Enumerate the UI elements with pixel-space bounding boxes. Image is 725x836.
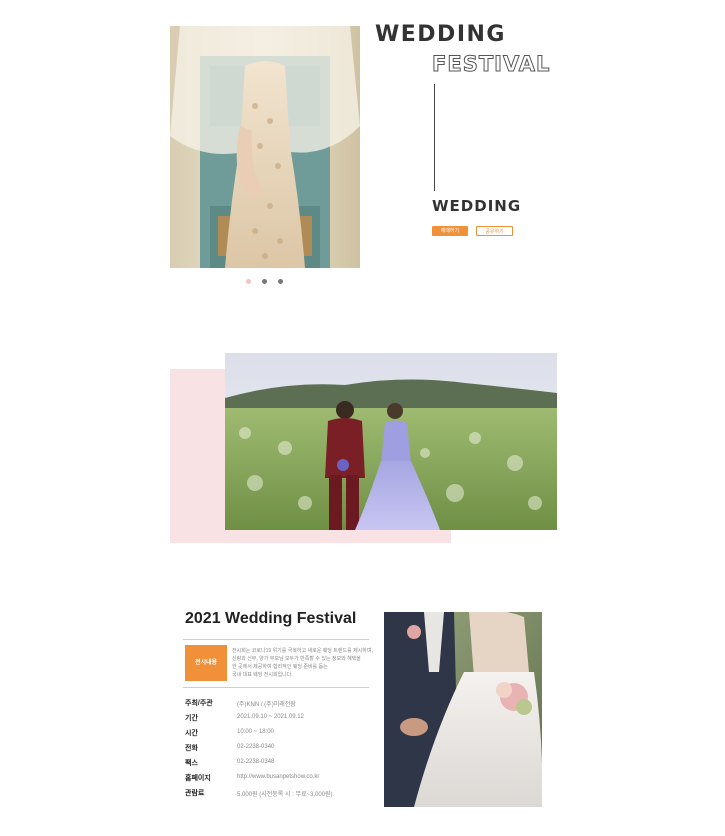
detail-value: 02-2238-0340 (237, 744, 275, 750)
slider-dot-1-active[interactable] (246, 279, 251, 284)
homepage-link[interactable]: http://www.busanpetshow.co.kr (237, 774, 319, 780)
exhibition-badge: 전시내용 (185, 645, 227, 681)
description-line: 신랑과 신부, 양가 부모님 모두가 만족할 수 있는 정보와 혜택을 (232, 656, 361, 662)
hero-subtitle: WEDDING (432, 197, 522, 215)
hero-bride-photo (170, 26, 360, 268)
detail-value: 10:00 ~ 18:00 (237, 729, 274, 735)
slider-dot-3[interactable] (278, 279, 283, 284)
detail-value: (주)KNN / (주)미래전람 (237, 702, 296, 708)
description-line: 한 곳에서 제공하여 합리적인 웨딩 준비를 돕는 (232, 664, 328, 670)
exhibition-description: 전시회는 코로나19 위기를 극복하고 새로운 웨딩 트렌드를 제시하며, 신랑… (232, 647, 373, 679)
detail-label: 관람료 (185, 790, 205, 797)
hero-outline-title: FESTIVAL (431, 52, 551, 77)
festival-title: 2021 Wedding Festival (185, 610, 357, 627)
detail-label: 홈페이지 (185, 775, 211, 782)
couple-closeup-photo (384, 612, 542, 807)
couple-field-photo (225, 353, 557, 530)
hero-title: WEDDING (375, 22, 506, 47)
slider-dot-2[interactable] (262, 279, 267, 284)
detail-value: 5,000원 (사전등록 시 : 무료~3,000원) (237, 792, 333, 798)
detail-value: 02-2238-0348 (237, 759, 275, 765)
description-line: 국내 대표 웨딩 전시회입니다. (232, 672, 293, 678)
divider-top (183, 639, 369, 640)
hero-divider-line (434, 84, 435, 191)
description-line: 전시회는 코로나19 위기를 극복하고 새로운 웨딩 트렌드를 제시하며, (232, 648, 373, 654)
share-button[interactable]: 공유하기 (476, 226, 513, 236)
detail-label: 주최/주관 (185, 700, 213, 707)
detail-label: 시간 (185, 730, 198, 737)
detail-label: 팩스 (185, 760, 198, 767)
divider-bottom (183, 687, 369, 688)
reserve-button[interactable]: 예매하기 (432, 226, 468, 236)
detail-label: 기간 (185, 715, 198, 722)
detail-value: 2021.09.10 ~ 2021.09.12 (237, 714, 304, 720)
detail-label: 전화 (185, 745, 198, 752)
